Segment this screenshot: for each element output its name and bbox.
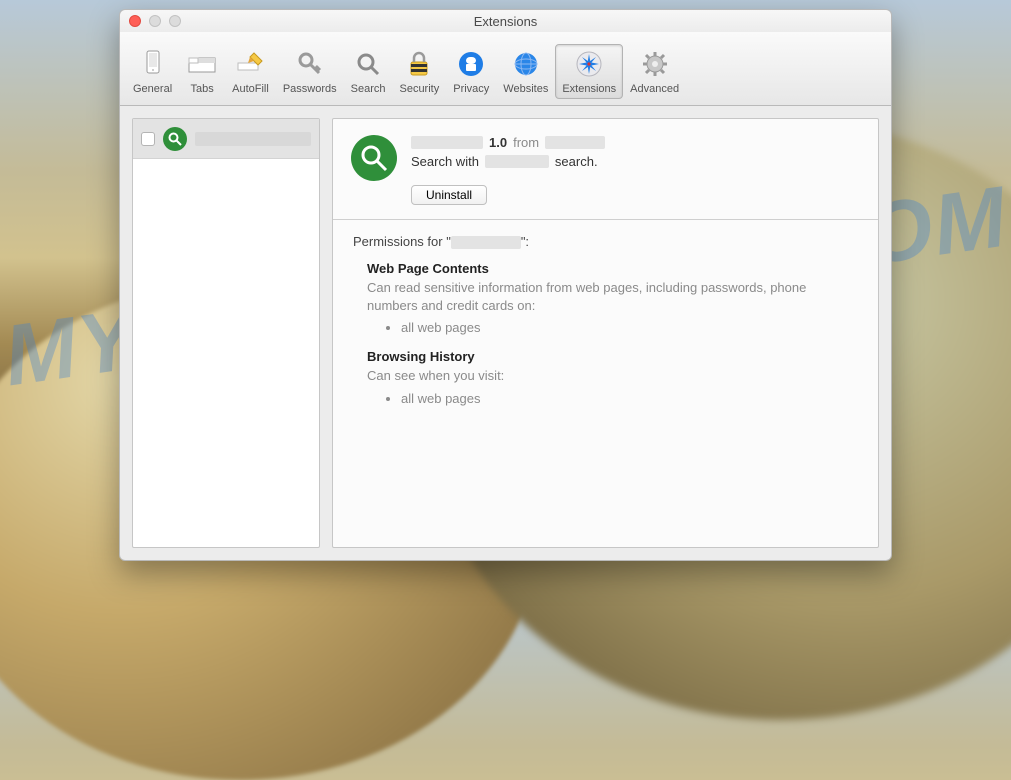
- tab-websites[interactable]: Websites: [496, 44, 555, 99]
- tab-search[interactable]: Search: [344, 44, 393, 99]
- preferences-toolbar: General Tabs AutoFill Passwords Search: [120, 32, 891, 106]
- extension-title-line: 1.0 from: [411, 135, 860, 150]
- permission-description: Can see when you visit:: [367, 367, 858, 385]
- tab-autofill[interactable]: AutoFill: [225, 44, 276, 99]
- key-icon: [295, 49, 325, 79]
- permission-bullet: all web pages: [401, 320, 858, 335]
- extension-name-redacted: [451, 236, 521, 249]
- extension-version: 1.0: [489, 135, 507, 150]
- extension-name-redacted: [195, 132, 311, 146]
- permission-block: Web Page Contents Can read sensitive inf…: [367, 261, 858, 335]
- permission-bullet: all web pages: [401, 391, 858, 406]
- extension-list-item[interactable]: [133, 119, 319, 159]
- extension-description: Search with search.: [411, 154, 860, 169]
- tab-label: Websites: [503, 83, 548, 95]
- gear-icon: [640, 49, 670, 79]
- tab-label: Privacy: [453, 83, 489, 95]
- tab-privacy[interactable]: Privacy: [446, 44, 496, 99]
- preferences-window: Extensions General Tabs AutoFill Passwor…: [119, 9, 892, 561]
- globe-icon: [511, 49, 541, 79]
- extension-name-redacted: [411, 136, 483, 149]
- search-icon: [353, 49, 383, 79]
- extension-detail-panel: 1.0 from Search with search. Uninstall P…: [332, 118, 879, 548]
- tab-security[interactable]: Security: [392, 44, 446, 99]
- tab-general[interactable]: General: [126, 44, 179, 99]
- extension-author-redacted: [545, 136, 605, 149]
- permission-heading: Web Page Contents: [367, 261, 858, 276]
- tab-passwords[interactable]: Passwords: [276, 44, 344, 99]
- content-area: 1.0 from Search with search. Uninstall P…: [120, 106, 891, 560]
- lock-icon: [404, 49, 434, 79]
- extension-search-name-redacted: [485, 155, 549, 168]
- tab-extensions[interactable]: Extensions: [555, 44, 623, 99]
- extensions-icon: [574, 49, 604, 79]
- extension-large-icon: [351, 135, 397, 181]
- permission-description: Can read sensitive information from web …: [367, 279, 858, 314]
- from-label: from: [513, 135, 539, 150]
- window-title: Extensions: [120, 14, 891, 29]
- tab-label: Advanced: [630, 83, 679, 95]
- tab-label: General: [133, 83, 172, 95]
- tab-label: Passwords: [283, 83, 337, 95]
- general-icon: [138, 49, 168, 79]
- tab-label: Security: [399, 83, 439, 95]
- tab-label: Search: [351, 83, 386, 95]
- permissions-section: Permissions for "": Web Page Contents Ca…: [333, 220, 878, 430]
- autofill-icon: [235, 49, 265, 79]
- uninstall-button[interactable]: Uninstall: [411, 185, 487, 205]
- tab-advanced[interactable]: Advanced: [623, 44, 686, 99]
- titlebar: Extensions: [120, 10, 891, 32]
- permission-block: Browsing History Can see when you visit:…: [367, 349, 858, 406]
- extensions-list: [132, 118, 320, 548]
- tab-tabs[interactable]: Tabs: [179, 44, 225, 99]
- permissions-for-label: Permissions for "":: [353, 234, 858, 249]
- privacy-icon: [456, 49, 486, 79]
- tab-label: Extensions: [562, 83, 616, 95]
- permission-heading: Browsing History: [367, 349, 858, 364]
- extension-enable-checkbox[interactable]: [141, 132, 155, 146]
- tabs-icon: [187, 49, 217, 79]
- extension-icon: [163, 127, 187, 151]
- tab-label: AutoFill: [232, 83, 269, 95]
- detail-header: 1.0 from Search with search. Uninstall: [333, 119, 878, 219]
- tab-label: Tabs: [191, 83, 214, 95]
